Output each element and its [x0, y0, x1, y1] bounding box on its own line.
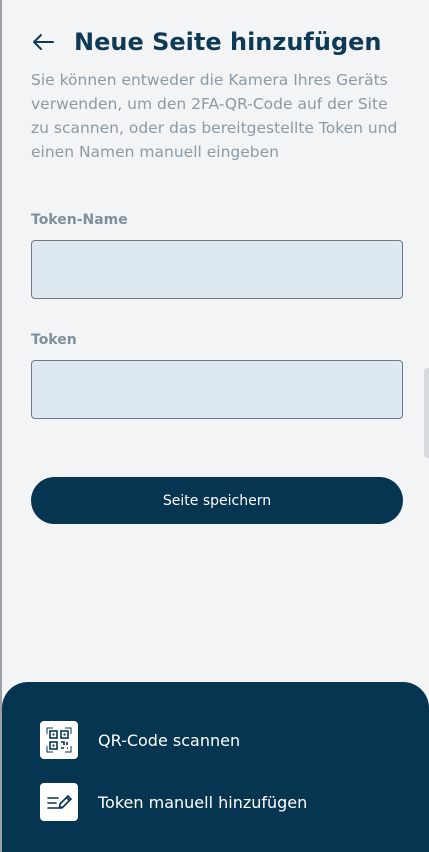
edit-text-icon	[40, 783, 78, 821]
add-token-manually-label: Token manuell hinzufügen	[98, 792, 308, 812]
page-description: Sie können entweder die Kamera Ihres Ger…	[31, 71, 398, 161]
arrow-left-icon	[33, 34, 54, 50]
scan-qr-option[interactable]: QR-Code scannen	[40, 720, 240, 760]
page-title: Neue Seite hinzufügen	[74, 28, 382, 56]
back-button[interactable]	[30, 29, 56, 55]
edge-handle[interactable]	[424, 368, 429, 458]
save-site-button[interactable]: Seite speichern	[31, 477, 403, 524]
bottom-sheet: QR-Code scannen Token manuell hinzufügen	[2, 682, 429, 852]
token-label: Token	[31, 332, 77, 348]
header: Neue Seite hinzufügen	[30, 26, 382, 58]
token-input[interactable]	[31, 360, 403, 419]
scan-qr-label: QR-Code scannen	[98, 730, 241, 750]
qr-code-icon	[40, 721, 78, 759]
add-token-manually-option[interactable]: Token manuell hinzufügen	[40, 782, 307, 822]
token-name-label: Token-Name	[31, 212, 128, 228]
token-name-input[interactable]	[31, 240, 403, 299]
